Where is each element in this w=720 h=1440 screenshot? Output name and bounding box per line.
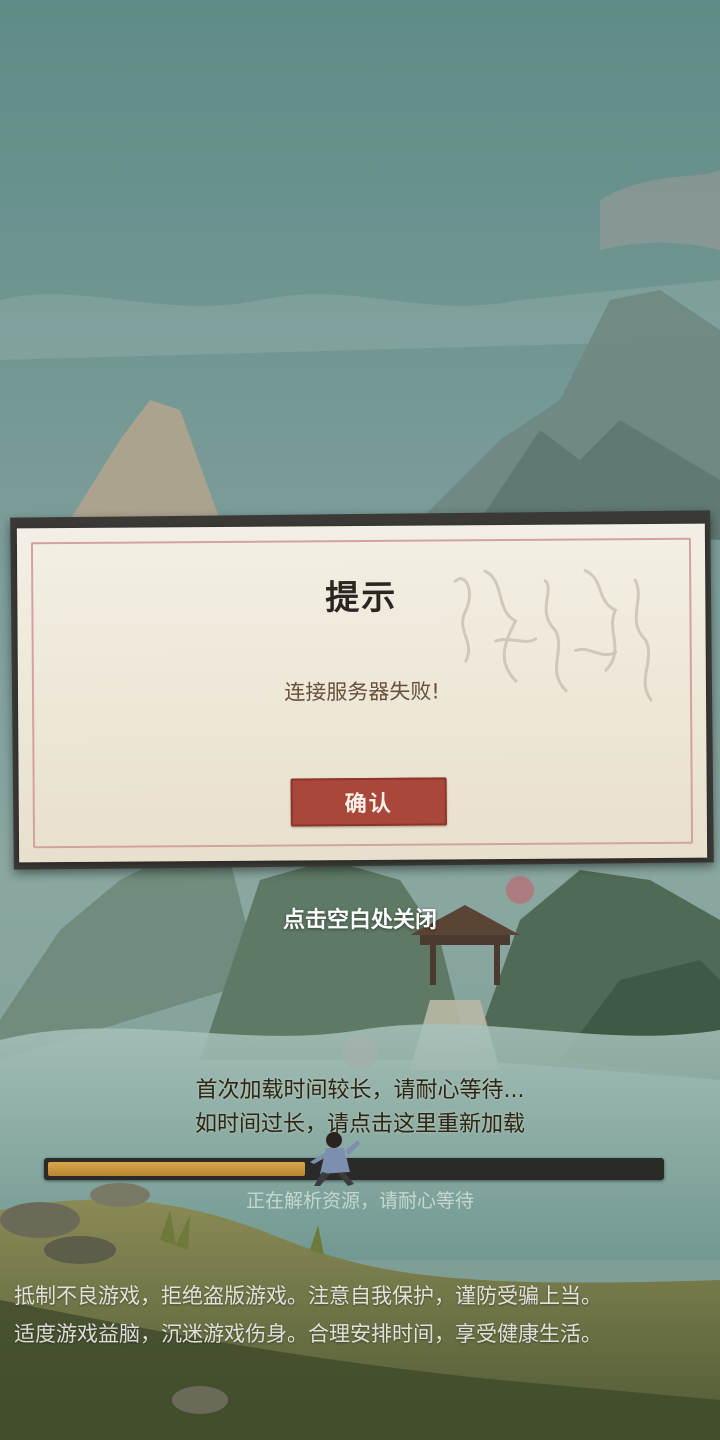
- close-hint-text: 点击空白处关闭: [282, 908, 437, 933]
- health-notice-line-1: 抵制不良游戏，拒绝盗版游戏。注意自我保护，谨防受骗上当。: [14, 1284, 602, 1308]
- dialog-message: 连接服务器失败!: [284, 679, 440, 705]
- confirm-button[interactable]: 确认: [290, 777, 447, 827]
- dialog-paper: 提示 连接服务器失败! 确认: [16, 523, 708, 863]
- loading-first-time-text: 首次加载时间较长，请耐心等待...: [195, 1078, 525, 1103]
- alert-dialog: 提示 连接服务器失败! 确认: [8, 508, 716, 872]
- loading-progress-fill: [48, 1162, 305, 1176]
- running-character-icon: [310, 1132, 360, 1186]
- health-notice-line-2: 适度游戏益脑，沉迷游戏伤身。合理安排时间，享受健康生活。: [14, 1322, 602, 1346]
- loading-status-text: 正在解析资源，请耐心等待: [245, 1190, 474, 1212]
- dialog-title: 提示: [325, 577, 398, 619]
